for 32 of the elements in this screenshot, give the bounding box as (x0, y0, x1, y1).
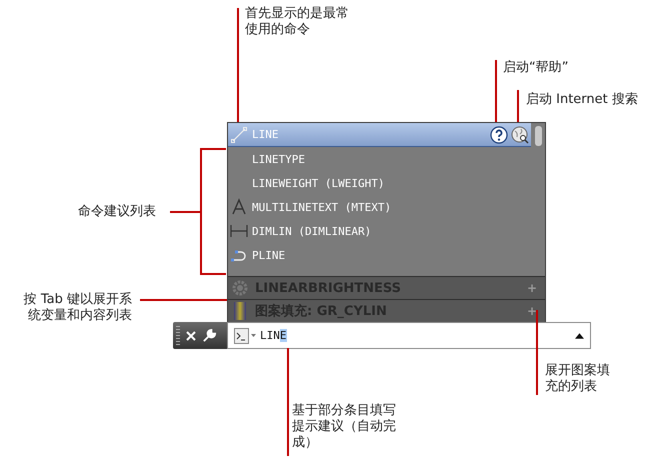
suggestion-item[interactable]: LINETYPE (228, 147, 531, 171)
callout-text: 启动 Internet 搜索 (526, 92, 638, 108)
swatch-icon (231, 302, 249, 320)
callout-text: 按 Tab 键以展开系统变量和内容列表 (22, 292, 132, 324)
leader-line (517, 90, 519, 122)
suggestion-item[interactable]: DIMLIN (DIMLINEAR) (228, 219, 531, 243)
help-icon (490, 126, 508, 144)
expand-button[interactable]: + (526, 281, 537, 295)
suggestion-item[interactable]: MULTILINETEXT (MTEXT) (228, 195, 531, 219)
callout-text: 命令建议列表 (78, 204, 156, 220)
command-text: LINE (260, 329, 286, 342)
expand-button[interactable]: + (526, 304, 537, 318)
caret-up-icon (575, 332, 584, 338)
callout-text: 展开图案填充的列表 (545, 363, 611, 395)
text-icon (230, 198, 248, 216)
line-icon (230, 126, 248, 144)
prompt-icon (234, 328, 256, 344)
grip-handle[interactable] (176, 326, 180, 345)
globe-search-icon (511, 126, 529, 144)
gear-icon (231, 279, 249, 297)
callout-text: 基于部分条目填写提示建议（自动完成） (292, 403, 397, 451)
scrollbar-thumb[interactable] (535, 126, 542, 146)
callout-text: 首先显示的是最常使用的命令 (245, 6, 350, 38)
command-input-field[interactable]: LINE (227, 322, 591, 349)
wrench-icon[interactable] (202, 328, 217, 343)
suggestion-item[interactable]: PLINE (228, 243, 531, 267)
dimension-icon (230, 222, 248, 240)
callout-text: 启动“帮助” (503, 60, 568, 76)
close-icon[interactable] (185, 330, 197, 342)
suggestion-item[interactable]: LINEWEIGHT (LWEIGHT) (228, 171, 531, 195)
leader-line (170, 211, 200, 213)
leader-line (495, 60, 497, 122)
